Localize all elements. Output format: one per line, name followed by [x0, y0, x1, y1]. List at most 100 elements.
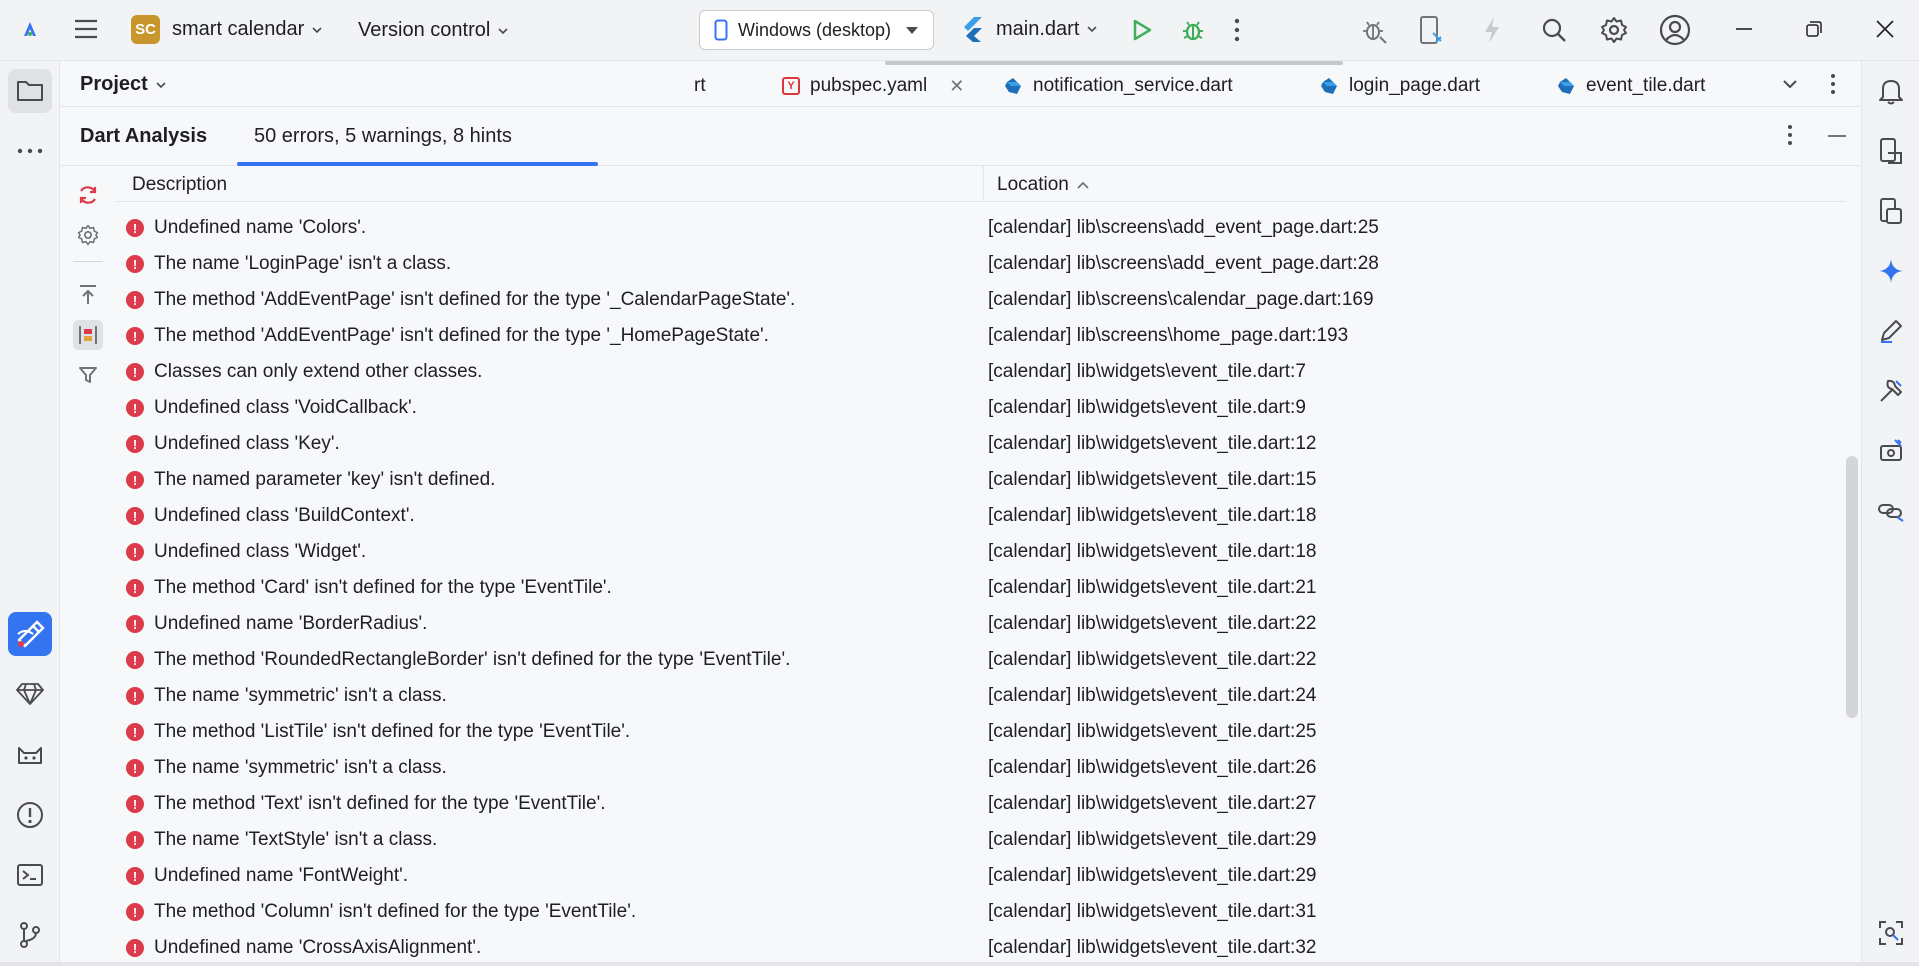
column-header-description[interactable]: Description	[132, 174, 227, 196]
cat-icon	[18, 747, 42, 764]
account-icon[interactable]	[1659, 14, 1691, 46]
table-row[interactable]: ! Undefined name 'FontWeight'. [calendar] …	[116, 860, 1846, 896]
emulator-button[interactable]	[1869, 429, 1913, 473]
project-header: Project rt Y pubspec.yaml ✕ notification…	[61, 61, 1861, 107]
table-row[interactable]: ! The name 'TextStyle' isn't a class. [cal…	[116, 824, 1846, 860]
error-icon: !	[126, 651, 144, 669]
screenshot-button[interactable]	[1869, 911, 1913, 955]
table-row[interactable]: ! The named parameter 'key' isn't defined…	[116, 464, 1846, 500]
table-row[interactable]: ! The method 'Column' isn't defined for t…	[116, 896, 1846, 932]
table-row[interactable]: ! Undefined name 'BorderRadius'. [calendar…	[116, 608, 1846, 644]
tabs-dropdown-icon[interactable]	[1782, 78, 1798, 90]
ai-assistant-button[interactable]	[1869, 249, 1913, 293]
notifications-button[interactable]	[1869, 69, 1913, 113]
tabs-scrollbar[interactable]	[885, 61, 1343, 65]
restore-window-icon[interactable]	[1806, 21, 1822, 37]
error-icon: !	[126, 831, 144, 849]
attach-debugger-icon[interactable]	[1360, 17, 1388, 45]
problem-location: [calendar] lib\widgets\event_tile.dart:2…	[988, 829, 1317, 850]
table-row[interactable]: ! The method 'Text' isn't defined for the…	[116, 788, 1846, 824]
table-row[interactable]: ! The method 'ListTile' isn't defined for…	[116, 716, 1846, 752]
problem-description: The method 'ListTile' isn't defined for …	[154, 721, 631, 742]
table-row[interactable]: ! The name 'LoginPage' isn't a class. [cal…	[116, 248, 1846, 284]
table-row[interactable]: ! Undefined class 'VoidCallback'. [calenda…	[116, 392, 1846, 428]
editor-tab-notification-service[interactable]: notification_service.dart	[1003, 71, 1233, 101]
project-tool-button[interactable]	[8, 69, 52, 113]
table-row[interactable]: ! The method 'AddEventPage' isn't defined…	[116, 284, 1846, 320]
problem-description: The method 'Text' isn't defined for the …	[154, 793, 606, 814]
run-config-selector[interactable]: main.dart	[960, 16, 1097, 42]
error-icon: !	[126, 939, 144, 957]
settings-gear-icon[interactable]	[1600, 16, 1628, 44]
group-by-severity-button[interactable]	[73, 320, 103, 350]
error-icon: !	[126, 435, 144, 453]
device-selector[interactable]: Windows (desktop)	[699, 10, 934, 50]
close-window-icon[interactable]	[1876, 20, 1894, 38]
table-row[interactable]: ! Undefined name 'Colors'. [calendar] lib\…	[116, 212, 1846, 248]
problem-location: [calendar] lib\screens\add_event_page.da…	[988, 253, 1379, 274]
chevron-down-icon	[1087, 26, 1097, 33]
dart-analysis-tool-button[interactable]	[8, 612, 52, 656]
hide-panel-icon[interactable]	[1828, 135, 1846, 137]
vcs-selector[interactable]: Version control	[358, 19, 508, 42]
editor-tab-login-page[interactable]: login_page.dart	[1319, 71, 1480, 101]
table-row[interactable]: ! The name 'symmetric' isn't a class. [cal…	[116, 680, 1846, 716]
main-menu-icon[interactable]	[73, 17, 99, 41]
problems-icon	[17, 802, 43, 828]
table-row[interactable]: ! Undefined name 'CrossAxisAlignment'. [ca…	[116, 932, 1846, 966]
table-scrollbar[interactable]	[1846, 456, 1858, 718]
more-tools-button[interactable]	[8, 129, 52, 173]
scroll-to-source-button[interactable]	[73, 280, 103, 310]
problems-tool-button[interactable]	[8, 793, 52, 837]
cat-tool-button[interactable]	[8, 733, 52, 777]
close-icon[interactable]: ✕	[949, 76, 964, 97]
analysis-toolbar	[61, 166, 116, 966]
column-header-location[interactable]: Location	[997, 174, 1089, 196]
panel-options-icon[interactable]	[1786, 124, 1794, 146]
flutter-icon	[964, 17, 982, 42]
problem-description: Undefined name 'CrossAxisAlignment'.	[154, 937, 482, 958]
project-selector[interactable]: SC smart calendar	[131, 15, 322, 44]
editor-tab-main[interactable]: rt	[694, 71, 706, 101]
minimize-window-icon[interactable]	[1736, 28, 1752, 30]
emulator-icon	[1880, 439, 1902, 461]
tab-summary[interactable]: 50 errors, 5 warnings, 8 hints	[254, 125, 512, 148]
running-devices-button[interactable]	[1869, 189, 1913, 233]
search-icon[interactable]	[1541, 17, 1567, 43]
more-actions-icon[interactable]	[1233, 18, 1241, 42]
device-mirroring-button[interactable]	[1869, 129, 1913, 173]
dart-icon	[1005, 78, 1021, 94]
table-row[interactable]: ! Undefined class 'Widget'. [calendar] lib…	[116, 536, 1846, 572]
project-tool-title[interactable]: Project	[80, 73, 166, 96]
editor-tab-pubspec[interactable]: Y pubspec.yaml ✕	[782, 71, 964, 101]
edit-tool-button[interactable]	[1869, 309, 1913, 353]
table-row[interactable]: ! The method 'RoundedRectangleBorder' isn…	[116, 644, 1846, 680]
problem-location: [calendar] lib\widgets\event_tile.dart:3…	[988, 937, 1317, 958]
tabs-more-icon[interactable]	[1829, 73, 1837, 95]
column-divider[interactable]	[983, 166, 984, 202]
table-row[interactable]: ! Undefined class 'Key'. [calendar] lib\wi…	[116, 428, 1846, 464]
problem-description: Classes can only extend other classes.	[154, 361, 483, 382]
error-icon: !	[126, 291, 144, 309]
table-row[interactable]: ! The method 'Card' isn't defined for the…	[116, 572, 1846, 608]
analysis-settings-button[interactable]	[73, 220, 103, 250]
table-row[interactable]: ! Undefined class 'BuildContext'. [calenda…	[116, 500, 1846, 536]
debug-icon[interactable]	[1180, 17, 1206, 43]
more-icon	[17, 148, 43, 154]
filter-button[interactable]	[73, 360, 103, 390]
editor-tab-event-tile[interactable]: event_tile.dart	[1556, 71, 1705, 101]
run-icon[interactable]	[1131, 18, 1153, 42]
gem-tool-button[interactable]	[8, 672, 52, 716]
group-icon	[79, 326, 97, 344]
table-row[interactable]: ! The name 'symmetric' isn't a class. [cal…	[116, 752, 1846, 788]
device-manager-icon[interactable]	[1419, 15, 1443, 45]
tools-button[interactable]	[1869, 369, 1913, 413]
refresh-analysis-button[interactable]	[73, 180, 103, 210]
hot-reload-icon[interactable]	[1483, 16, 1501, 44]
table-row[interactable]: ! The method 'AddEventPage' isn't defined…	[116, 320, 1846, 356]
git-tool-button[interactable]	[8, 913, 52, 957]
error-icon: !	[126, 471, 144, 489]
table-row[interactable]: ! Classes can only extend other classes. […	[116, 356, 1846, 392]
terminal-tool-button[interactable]	[8, 853, 52, 897]
link-button[interactable]	[1869, 489, 1913, 533]
